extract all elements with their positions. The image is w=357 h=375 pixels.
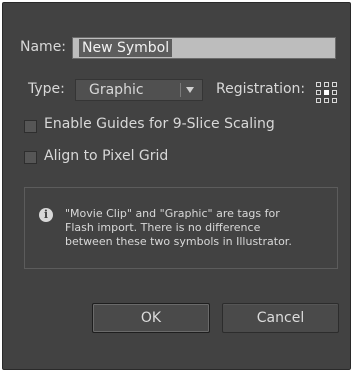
type-label: Type: bbox=[28, 81, 65, 97]
info-panel: i "Movie Clip" and "Graphic" are tags fo… bbox=[24, 187, 338, 269]
info-line: "Movie Clip" and "Graphic" are tags for bbox=[65, 207, 280, 220]
info-line: between these two symbols in Illustrator… bbox=[65, 235, 292, 248]
chevron-down-icon bbox=[186, 87, 194, 93]
new-symbol-dialog: Name: New Symbol Type: Graphic Registrat… bbox=[2, 2, 351, 370]
pixel-grid-label: Align to Pixel Grid bbox=[44, 148, 169, 164]
dropdown-divider bbox=[180, 83, 181, 97]
ok-button[interactable]: OK bbox=[92, 303, 210, 333]
pixel-grid-checkbox[interactable] bbox=[24, 151, 37, 164]
name-label: Name: bbox=[20, 39, 67, 55]
symbol-name-value: New Symbol bbox=[79, 39, 173, 57]
info-message: "Movie Clip" and "Graphic" are tags for … bbox=[65, 207, 321, 249]
reg-point-bottom-right[interactable] bbox=[332, 98, 337, 103]
type-dropdown[interactable]: Graphic bbox=[75, 79, 203, 101]
reg-point-bottom-center[interactable] bbox=[324, 98, 329, 103]
reg-point-middle-left[interactable] bbox=[316, 90, 321, 95]
info-icon: i bbox=[39, 208, 53, 222]
type-selected-value: Graphic bbox=[89, 82, 144, 98]
reg-point-center[interactable] bbox=[324, 90, 329, 95]
registration-label: Registration: bbox=[216, 81, 306, 97]
reg-point-middle-right[interactable] bbox=[332, 90, 337, 95]
symbol-name-field[interactable]: New Symbol bbox=[72, 37, 336, 59]
cancel-button[interactable]: Cancel bbox=[222, 303, 339, 333]
nine-slice-checkbox[interactable] bbox=[24, 120, 37, 133]
reg-point-top-left[interactable] bbox=[316, 82, 321, 87]
reg-point-top-right[interactable] bbox=[332, 82, 337, 87]
nine-slice-label: Enable Guides for 9-Slice Scaling bbox=[44, 116, 275, 132]
reg-point-bottom-left[interactable] bbox=[316, 98, 321, 103]
info-line: Flash import. There is no difference bbox=[65, 221, 261, 234]
reg-point-top-center[interactable] bbox=[324, 82, 329, 87]
registration-point-grid[interactable] bbox=[316, 82, 340, 103]
